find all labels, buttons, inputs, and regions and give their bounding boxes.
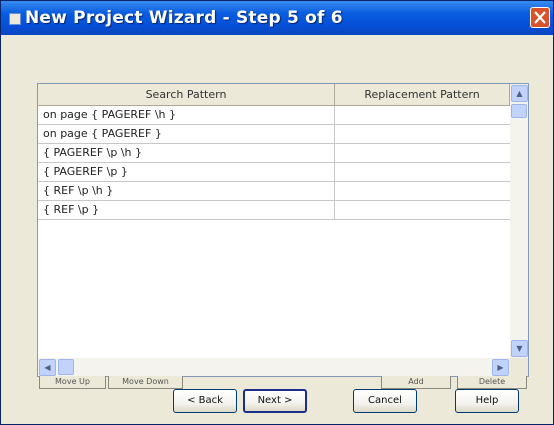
wizard-dialog: New Project Wizard - Step 5 of 6 Search …	[0, 0, 554, 425]
replacement-pattern-cell[interactable]	[335, 125, 510, 144]
replacement-pattern-cell[interactable]	[335, 182, 510, 201]
title-bar[interactable]: New Project Wizard - Step 5 of 6	[1, 1, 553, 35]
grid-row[interactable]: { REF \p \h }	[38, 182, 510, 201]
scrollbar-corner	[510, 358, 528, 376]
replacement-pattern-cell[interactable]	[335, 201, 510, 220]
cancel-button[interactable]: Cancel	[353, 389, 417, 413]
search-pattern-cell[interactable]: { PAGEREF \p }	[38, 163, 335, 182]
column-header-replacement[interactable]: Replacement Pattern	[335, 84, 510, 106]
add-button[interactable]: Add	[381, 376, 451, 389]
chevron-down-icon: ▼	[516, 344, 523, 353]
scroll-left-button[interactable]: ◀	[39, 359, 56, 376]
move-up-button[interactable]: Move Up	[39, 376, 106, 389]
vertical-scrollbar[interactable]: ▲ ▼	[510, 84, 528, 358]
close-button[interactable]	[530, 7, 550, 28]
chevron-right-icon: ▶	[497, 363, 504, 372]
grid-row[interactable]: on page { PAGEREF \h }	[38, 106, 510, 125]
window-title: New Project Wizard - Step 5 of 6	[25, 8, 343, 28]
replacement-pattern-cell[interactable]	[335, 163, 510, 182]
vertical-scroll-thumb[interactable]	[511, 104, 527, 118]
replacement-pattern-cell[interactable]	[335, 106, 510, 125]
chevron-left-icon: ◀	[44, 363, 51, 372]
search-pattern-cell[interactable]: on page { PAGEREF }	[38, 125, 335, 144]
delete-button[interactable]: Delete	[457, 376, 527, 389]
scroll-down-button[interactable]: ▼	[511, 340, 528, 357]
chevron-up-icon: ▲	[516, 89, 523, 98]
move-down-button[interactable]: Move Down	[108, 376, 183, 389]
grid-row[interactable]: { PAGEREF \p }	[38, 163, 510, 182]
search-pattern-cell[interactable]: { REF \p \h }	[38, 182, 335, 201]
next-button[interactable]: Next >	[243, 389, 307, 413]
grid-row[interactable]: { REF \p }	[38, 201, 510, 220]
grid-row[interactable]: { PAGEREF \p \h }	[38, 144, 510, 163]
search-pattern-cell[interactable]: { PAGEREF \p \h }	[38, 144, 335, 163]
horizontal-scrollbar[interactable]: ◀ ▶	[38, 358, 510, 376]
replacement-pattern-cell[interactable]	[335, 144, 510, 163]
back-button[interactable]: < Back	[173, 389, 237, 413]
scroll-right-button[interactable]: ▶	[492, 359, 509, 376]
horizontal-scroll-thumb[interactable]	[58, 359, 74, 375]
close-icon	[534, 11, 546, 24]
search-pattern-cell[interactable]: { REF \p }	[38, 201, 335, 220]
grid-row[interactable]: on page { PAGEREF }	[38, 125, 510, 144]
pattern-grid[interactable]: Search Pattern Replacement Pattern on pa…	[37, 83, 529, 377]
help-button[interactable]: Help	[455, 389, 519, 413]
column-header-search[interactable]: Search Pattern	[38, 84, 335, 106]
scroll-up-button[interactable]: ▲	[511, 85, 528, 102]
app-icon	[9, 13, 21, 25]
search-pattern-cell[interactable]: on page { PAGEREF \h }	[38, 106, 335, 125]
